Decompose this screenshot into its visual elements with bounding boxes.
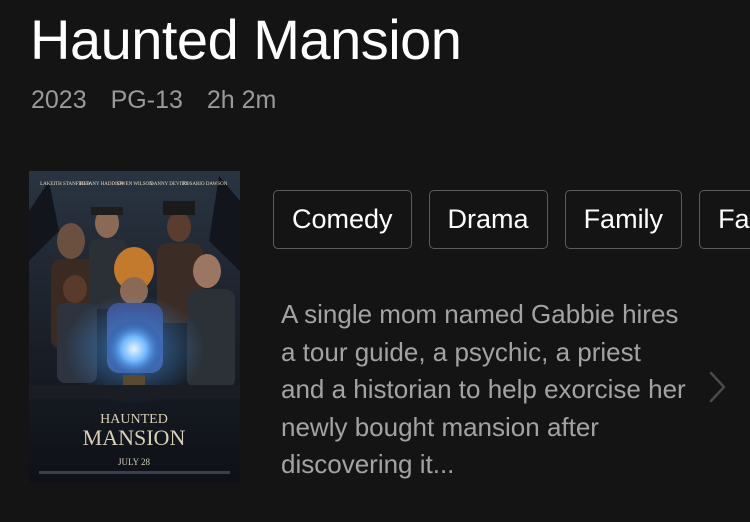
runtime: 2h 2m (206, 86, 277, 114)
genre-chip-comedy[interactable]: Comedy (273, 190, 412, 249)
poster-cast-5: ROSARIO DAWSON (183, 182, 228, 187)
movie-detail-page: Haunted Mansion 2023 PG-13 2h 2m LAKEITH… (0, 0, 750, 522)
chevron-right-icon[interactable] (705, 369, 729, 405)
poster-release-date: JULY 28 (118, 457, 151, 467)
movie-poster[interactable]: LAKEITH STANFIELD TIFFANY HADDISH OWEN W… (29, 171, 240, 482)
content-rating: PG-13 (110, 86, 183, 114)
movie-meta: 2023 PG-13 2h 2m (31, 84, 276, 116)
genre-list: Comedy Drama Family Fantasy (273, 190, 750, 250)
poster-cast-3: OWEN WILSON (117, 182, 153, 187)
genre-chip-family[interactable]: Family (564, 190, 683, 249)
genre-chip-fantasy[interactable]: Fantasy (699, 190, 750, 249)
poster-logo-line2: MANSION (83, 425, 186, 450)
poster-artwork: LAKEITH STANFIELD TIFFANY HADDISH OWEN W… (29, 171, 240, 482)
release-year: 2023 (31, 86, 87, 114)
genre-chip-drama[interactable]: Drama (428, 190, 548, 249)
movie-title: Haunted Mansion (30, 8, 462, 71)
movie-description[interactable]: A single mom named Gabbie hires a tour g… (281, 296, 691, 484)
